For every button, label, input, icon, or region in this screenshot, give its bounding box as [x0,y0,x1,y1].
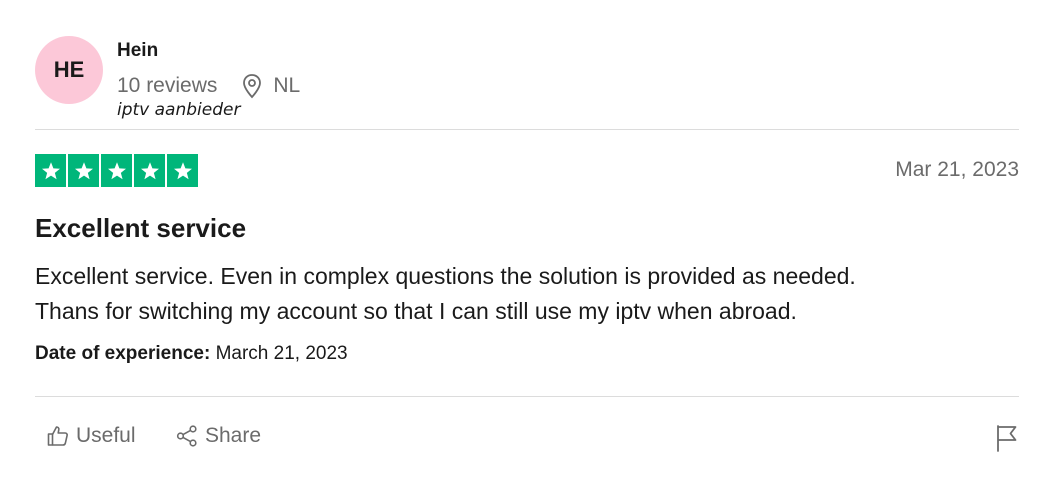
review-body: Excellent service. Even in complex quest… [35,259,1025,329]
share-label: Share [205,424,262,447]
divider [35,129,1019,130]
reviewer-country: NL [273,74,301,97]
review-body-line: Thans for switching my account so that I… [35,298,797,324]
star-icon [167,154,198,187]
review-title[interactable]: Excellent service [35,213,246,244]
review-date: Mar 21, 2023 [895,158,1019,181]
annotation-note: iptv aanbieder [117,100,241,120]
reviewer-name[interactable]: Hein [117,40,158,62]
avatar-initials: HE [53,57,85,82]
reviews-count: 10 reviews [117,74,218,97]
review-body-line: Excellent service. Even in complex quest… [35,263,856,289]
star-icon [68,154,99,187]
share-button[interactable]: Share [175,424,261,448]
divider [35,396,1019,397]
location-pin-icon [243,74,262,99]
avatar[interactable]: HE [35,36,103,104]
useful-label: Useful [76,424,136,447]
thumbs-up-icon [47,426,68,446]
experience-date: March 21, 2023 [215,343,348,364]
date-of-experience: Date of experience: March 21, 2023 [35,343,348,365]
flag-icon[interactable] [995,424,1019,452]
star-icon [101,154,132,187]
experience-label: Date of experience: [35,343,211,364]
star-rating [35,154,200,187]
useful-button[interactable]: Useful [46,424,136,448]
review-card: HE Hein 10 reviews NL iptv aanbieder Mar… [0,0,1054,489]
reviewer-meta: 10 reviews NL [117,73,300,99]
share-icon [176,425,197,447]
star-icon [134,154,165,187]
star-icon [35,154,66,187]
